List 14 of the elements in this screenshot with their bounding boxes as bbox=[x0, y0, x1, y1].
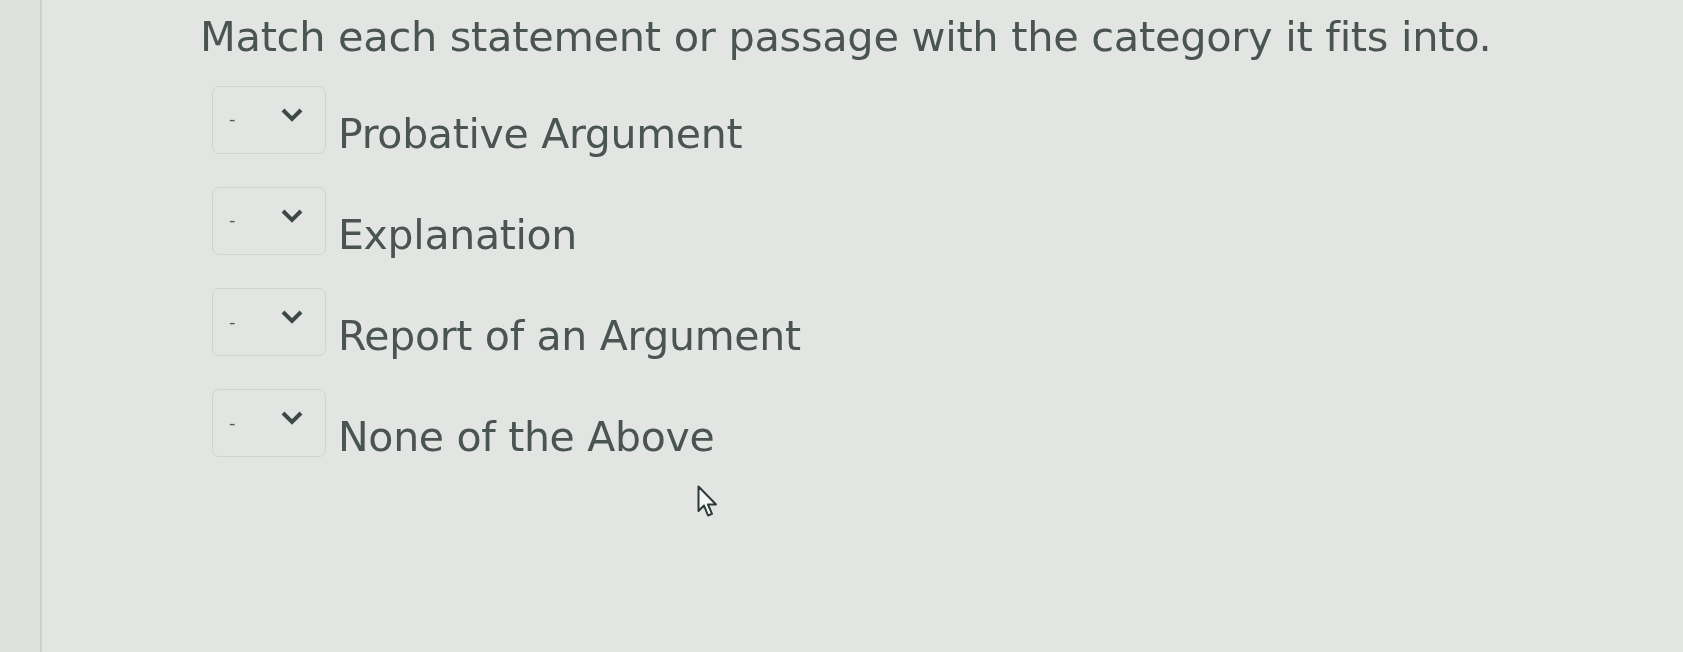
answer-dropdown[interactable]: - bbox=[212, 85, 326, 154]
answer-dropdown[interactable]: - bbox=[212, 187, 326, 255]
mouse-pointer-icon bbox=[697, 485, 719, 519]
question-prompt: Match each statement or passage with the category it fits into. bbox=[200, 12, 1492, 62]
answer-dropdown[interactable]: - bbox=[212, 389, 326, 458]
chevron-down-icon bbox=[281, 209, 303, 223]
category-label: None of the Above bbox=[338, 413, 715, 463]
chevron-down-icon bbox=[281, 107, 303, 122]
category-label: Report of an Argument bbox=[338, 312, 801, 362]
answer-dropdown[interactable]: - bbox=[212, 288, 326, 357]
chevron-down-icon bbox=[281, 310, 303, 325]
chevron-down-icon bbox=[281, 411, 303, 426]
category-label: Probative Argument bbox=[338, 109, 743, 159]
category-label: Explanation bbox=[338, 211, 578, 261]
